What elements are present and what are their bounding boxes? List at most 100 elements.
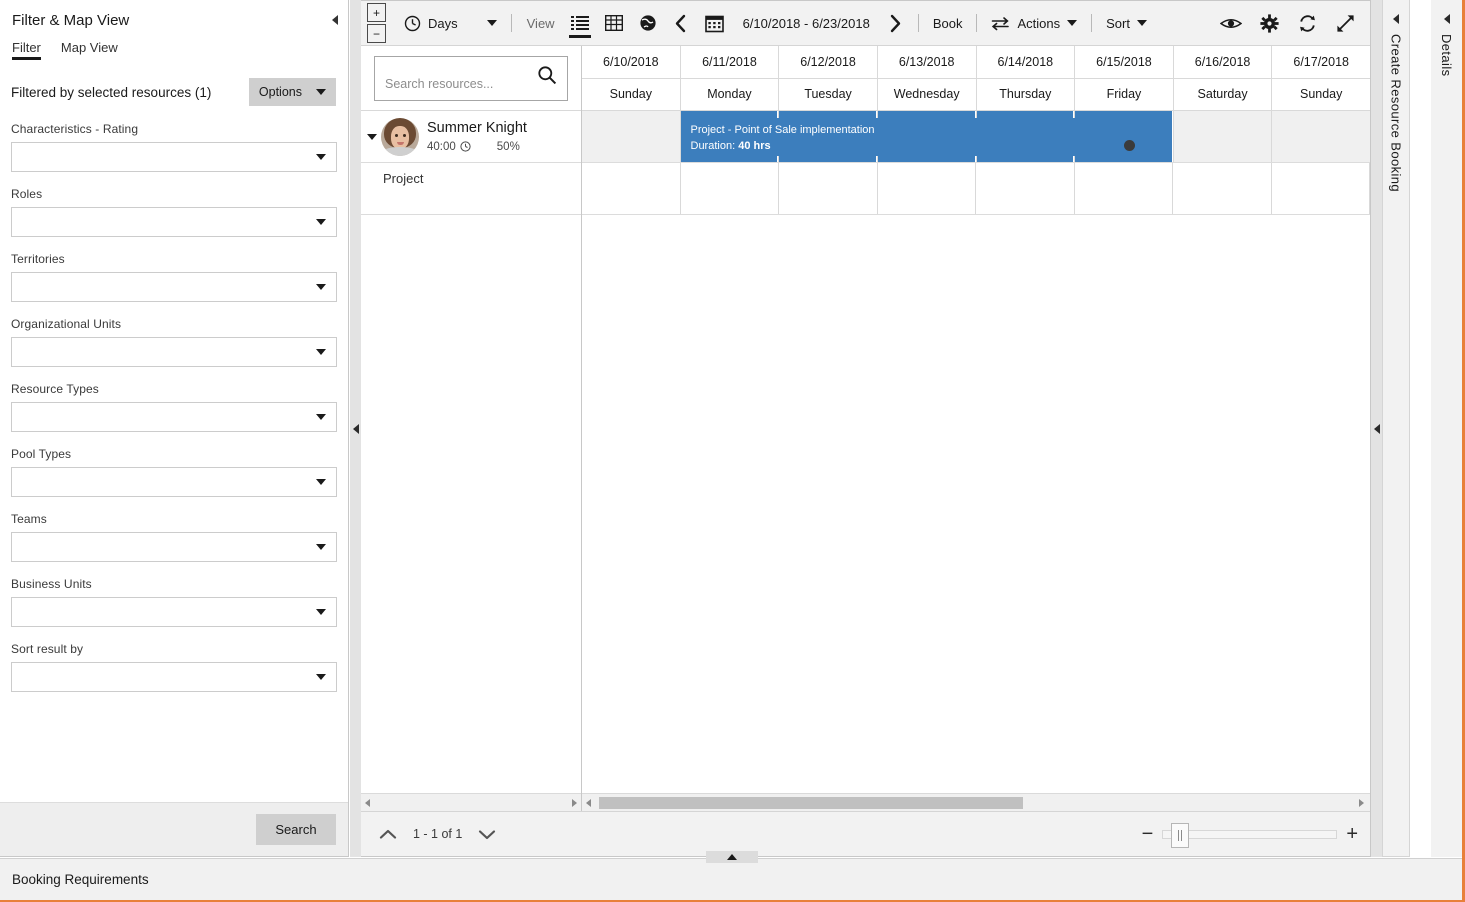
scheduler-toolbar: + − Days View 6/10/2018 - 6/23/2018 Book… [361,1,1370,46]
booking-requirements-bar[interactable]: Booking Requirements [0,858,1462,900]
chevron-down-icon [1067,20,1078,26]
book-button[interactable]: Book [926,1,970,45]
timeline-date-cell[interactable]: 6/16/2018 [1173,46,1273,79]
field-territories: Territories [11,252,337,302]
filter-footer: Search [0,802,348,856]
resource-hscrollbar[interactable] [361,793,581,811]
toolbar-divider [976,14,978,32]
details-tab[interactable]: Details [1431,0,1462,857]
timeline-weekday-cell: Friday [1075,78,1174,111]
timeline-date-cell[interactable]: 6/12/2018 [779,46,878,79]
capacity-cell[interactable] [1272,111,1370,162]
booking-cell[interactable] [582,163,681,214]
list-view-icon[interactable] [563,1,597,45]
view-label: View [526,15,555,31]
collapse-left-icon[interactable] [352,423,359,434]
page-up-button[interactable] [373,819,403,849]
resource-child-row[interactable]: Project [361,163,581,215]
roles-select[interactable] [11,207,337,237]
timeline-date-cell[interactable]: 6/10/2018 [582,46,681,79]
zoom-in-button[interactable]: + [367,3,386,22]
globe-view-icon[interactable] [631,1,665,45]
booking-cell[interactable] [1272,163,1370,214]
scheduler-body: Summer Knight 40:00 [361,46,1370,811]
eye-icon[interactable] [1212,1,1250,45]
teams-select[interactable] [11,532,337,562]
territories-select[interactable] [11,272,337,302]
page-down-button[interactable] [472,819,502,849]
timeline-date-cell[interactable]: 6/15/2018 [1075,46,1174,79]
options-button[interactable]: Options [248,78,336,106]
timeline-hscrollbar[interactable] [582,793,1370,811]
booking-requirements-expander[interactable] [706,851,758,863]
scroll-right-icon[interactable] [1359,798,1364,807]
chevron-down-icon [367,133,377,140]
timeline-date-cell[interactable]: 6/17/2018 [1272,46,1370,79]
create-resource-booking-tab[interactable]: Create Resource Booking [1382,0,1410,857]
gear-icon[interactable] [1250,1,1288,45]
zoom-slider-thumb[interactable] [1171,822,1190,848]
business-units-select[interactable] [11,597,337,627]
tab-map-view[interactable]: Map View [61,40,118,59]
capacity-cell[interactable] [1173,111,1273,162]
booking-status-dot [1124,140,1135,151]
book-label: Book [932,15,963,31]
organizational-units-select[interactable] [11,337,337,367]
timeline-date-cell[interactable]: 6/13/2018 [877,46,977,79]
field-label: Territories [11,252,65,266]
booking-cell[interactable] [779,163,878,214]
booking-cell[interactable] [976,163,1075,214]
resource-types-select[interactable] [11,402,337,432]
splitter-right[interactable] [1371,0,1382,857]
booking-cell[interactable] [681,163,779,214]
field-characteristics-rating: Characteristics - Rating [11,122,337,172]
search-button[interactable]: Search [256,814,336,845]
booking-cell[interactable] [1075,163,1173,214]
scrollbar-thumb[interactable] [599,796,1023,809]
booking-cell[interactable] [1173,163,1272,214]
filtered-by-label: Filtered by selected resources (1) [11,84,212,100]
timescale-dropdown[interactable]: Days [397,1,504,45]
timeline-date-cell[interactable]: 6/14/2018 [976,46,1076,79]
collapse-left-icon[interactable] [1443,14,1450,24]
booking-bar[interactable]: Project - Point of Sale implementation D… [682,118,1145,156]
prev-period-button[interactable] [665,14,696,33]
collapse-left-icon[interactable] [332,15,338,25]
zoom-out-button[interactable]: − [367,24,386,43]
scroll-left-icon[interactable] [586,798,591,807]
resource-search-box[interactable] [374,55,568,101]
calendar-icon[interactable] [696,14,733,33]
clock-icon [404,15,421,32]
next-period-button[interactable] [880,14,911,33]
capacity-cell[interactable] [582,111,681,162]
expand-icon[interactable] [1326,1,1364,45]
sort-dropdown[interactable]: Sort [1099,1,1154,45]
tab-filter[interactable]: Filter [12,40,41,60]
actions-dropdown[interactable]: Actions [984,1,1084,45]
scheduler: + − Days View 6/10/2018 - 6/23/2018 Book… [361,0,1371,857]
scroll-left-icon[interactable] [365,798,370,807]
date-range-label[interactable]: 6/10/2018 - 6/23/2018 [733,16,880,31]
collapse-left-icon[interactable] [1373,423,1380,434]
zoom-out-button[interactable]: − [1142,824,1154,844]
search-icon[interactable] [537,65,557,90]
collapse-left-icon[interactable] [1393,14,1399,24]
grid-view-icon[interactable] [597,1,631,45]
refresh-icon[interactable] [1288,1,1326,45]
chevron-down-icon [316,609,326,615]
scroll-right-icon[interactable] [572,798,577,807]
zoom-in-button[interactable]: + [1346,824,1358,844]
search-input[interactable] [375,76,525,92]
resource-row[interactable]: Summer Knight 40:00 50% [361,111,581,163]
resource-scheduler-app: Filter & Map View Filter Map View Filter… [0,0,1465,902]
pool-types-select[interactable] [11,467,337,497]
characteristics-rating-select[interactable] [11,142,337,172]
zoom-slider[interactable] [1162,822,1338,848]
filter-summary-row: Filtered by selected resources (1) Optio… [0,70,348,114]
sort-result-by-select[interactable] [11,662,337,692]
timeline-date-cell[interactable]: 6/11/2018 [680,46,780,79]
expand-collapse-icon[interactable] [365,133,379,140]
timeline-weekday-cell: Monday [680,78,780,111]
splitter-left[interactable] [350,0,361,857]
booking-cell[interactable] [878,163,976,214]
